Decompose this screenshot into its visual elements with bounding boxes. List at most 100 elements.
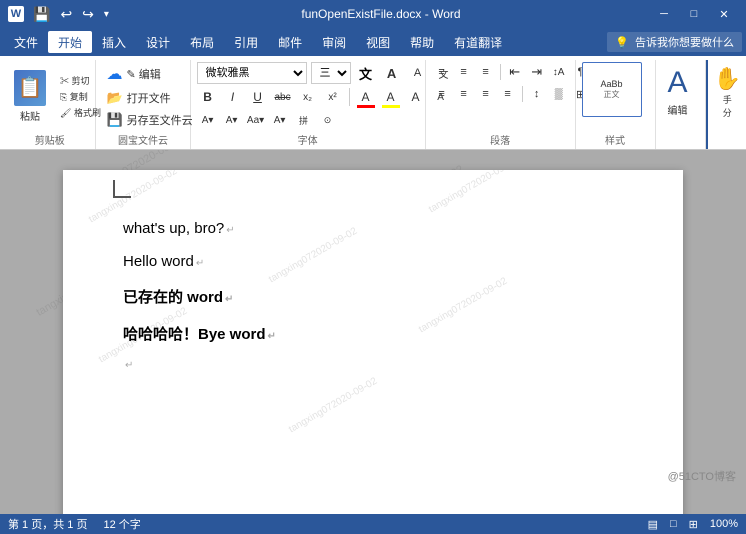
word-count: 12 个字 <box>103 516 140 532</box>
save-icon[interactable]: 💾 <box>30 4 53 25</box>
web-layout-icon[interactable]: ⊞ <box>689 518 698 531</box>
hand-button[interactable]: ✋ 手 分 <box>710 62 745 123</box>
styles-preview-text: AaBb <box>601 79 623 89</box>
main-area: tangxing072020-09-02 tangxing072020-09-0… <box>0 150 746 514</box>
print-layout-icon[interactable]: □ <box>670 518 677 530</box>
cloud-group: ☁ ✎ 编辑 📂 打开文件 💾 另存至文件云 圆宝文件云 <box>96 60 190 149</box>
styles-preview-label: 正文 <box>604 89 620 100</box>
justify-btn[interactable]: ≡ <box>498 84 518 104</box>
menu-insert[interactable]: 插入 <box>92 31 136 53</box>
size-dropdown[interactable]: A▾ <box>269 110 291 130</box>
edit-cloud-button[interactable]: ☁ ✎ 编辑 <box>102 62 164 86</box>
char-circle-btn[interactable]: ⊙ <box>317 110 339 130</box>
increase-indent-btn[interactable]: ⇥ <box>527 62 547 82</box>
styles-preview[interactable]: AaBb 正文 <box>582 62 642 117</box>
font-family-select[interactable]: 微软雅黑 <box>197 62 307 84</box>
font-size-grow-btn[interactable]: 文 <box>355 62 377 84</box>
zoom-level[interactable]: 100% <box>710 518 738 530</box>
superscript-button[interactable]: x² <box>322 86 344 108</box>
menu-bar: 文件 开始 插入 设计 布局 引用 邮件 审阅 视图 帮助 有道翻译 💡 告诉我… <box>0 28 746 56</box>
save-cloud-label: 另存至文件云 <box>127 112 193 128</box>
menu-view[interactable]: 视图 <box>356 31 400 53</box>
maximize-button[interactable]: □ <box>680 4 708 24</box>
save-cloud-button[interactable]: 💾 另存至文件云 <box>102 110 196 130</box>
para-mark-3: ↵ <box>225 294 233 305</box>
lightbulb-icon: 💡 <box>615 36 629 49</box>
editing-group: A 编辑 <box>656 60 706 149</box>
text-color-btn[interactable]: A <box>355 86 377 108</box>
italic-button[interactable]: I <box>222 86 244 108</box>
font-color-dropdown[interactable]: A▾ <box>197 110 219 130</box>
doc-line-3: 已存在的 word ↵ <box>123 286 623 307</box>
multilevel-list-btn[interactable]: ≡ <box>476 62 496 82</box>
undo-icon[interactable]: ↩ <box>57 4 75 25</box>
menu-design[interactable]: 设计 <box>136 31 180 53</box>
highlight-btn[interactable]: A <box>380 86 402 108</box>
menu-review[interactable]: 审阅 <box>312 31 356 53</box>
search-hint: 告诉我你想要做什么 <box>635 34 734 50</box>
bold-button[interactable]: B <box>197 86 219 108</box>
styles-group: AaBb 正文 样式 <box>576 60 656 149</box>
align-center-btn[interactable]: ≡ <box>454 84 474 104</box>
menu-references[interactable]: 引用 <box>224 31 268 53</box>
styles-label: 样式 <box>582 130 649 147</box>
doc-line-2-text: Hello word <box>123 253 194 270</box>
bullet-list-btn[interactable]: ≡ <box>432 62 452 82</box>
read-view-icon[interactable]: ▤ <box>648 518 658 531</box>
divider <box>522 86 523 102</box>
doc-line-3-text: 已存在的 word <box>123 286 223 307</box>
minimize-button[interactable]: ─ <box>650 4 678 24</box>
menu-home[interactable]: 开始 <box>48 31 92 53</box>
spacing-dropdown[interactable]: Aa▾ <box>245 110 267 130</box>
open-icon: 📂 <box>106 90 122 106</box>
align-left-btn[interactable]: ≡ <box>432 84 452 104</box>
close-button[interactable]: ✕ <box>710 4 738 24</box>
decrease-indent-btn[interactable]: ⇤ <box>505 62 525 82</box>
credit-label: @51CTO博客 <box>668 468 736 484</box>
menu-youdao[interactable]: 有道翻译 <box>444 31 512 53</box>
menu-file[interactable]: 文件 <box>4 31 48 53</box>
increase-font-btn[interactable]: A <box>381 62 403 84</box>
highlight-dropdown[interactable]: A▾ <box>221 110 243 130</box>
editing-button[interactable]: A 编辑 <box>662 62 694 121</box>
menu-help[interactable]: 帮助 <box>400 31 444 53</box>
ribbon: 📋 粘贴 ✂ 剪切 ⎘ 复制 🖌 格式刷 剪贴板 ☁ ✎ 编辑 <box>0 56 746 150</box>
doc-line-2: Hello word ↵ <box>123 253 623 270</box>
numbered-list-btn[interactable]: ≡ <box>454 62 474 82</box>
editing-label: 编辑 <box>668 102 688 117</box>
subscript-button[interactable]: x₂ <box>297 86 319 108</box>
quick-access-toolbar: 💾 ↩ ↪ ▾ <box>30 4 112 25</box>
open-label: 打开文件 <box>127 90 171 106</box>
paragraph-label: 段落 <box>432 130 569 147</box>
line-spacing-btn[interactable]: ↕ <box>527 84 547 104</box>
divider <box>349 88 350 106</box>
font-size-select[interactable]: 三号 <box>311 62 351 84</box>
paste-button[interactable]: 📋 粘贴 <box>8 66 52 127</box>
color-bar <box>357 105 375 108</box>
para-mark-4: ↵ <box>268 331 276 342</box>
word-letter: W <box>11 8 21 20</box>
cloud-icon: ☁ <box>106 64 122 84</box>
menu-search[interactable]: 💡 告诉我你想要做什么 <box>607 32 742 52</box>
hand-icon: ✋ <box>714 66 741 92</box>
open-file-button[interactable]: 📂 打开文件 <box>102 88 174 108</box>
menu-mailings[interactable]: 邮件 <box>268 31 312 53</box>
char-shading-btn[interactable]: A <box>405 86 427 108</box>
clipboard-content: 📋 粘贴 ✂ 剪切 ⎘ 复制 🖌 格式刷 <box>8 62 105 130</box>
underline-button[interactable]: U <box>247 86 269 108</box>
cloud-label: 圆宝文件云 <box>102 130 183 147</box>
document-area: tangxing072020-09-02 tangxing072020-09-0… <box>0 150 746 514</box>
redo-icon[interactable]: ↪ <box>79 4 97 25</box>
app-window: W 💾 ↩ ↪ ▾ funOpenExistFile.docx - Word ─… <box>0 0 746 534</box>
align-right-btn[interactable]: ≡ <box>476 84 496 104</box>
document-content[interactable]: what's up, bro? ↵ Hello word ↵ 已存在的 word… <box>123 210 623 371</box>
customize-icon[interactable]: ▾ <box>101 7 112 22</box>
doc-line-1: what's up, bro? ↵ <box>123 220 623 237</box>
shading-btn[interactable]: ▒ <box>549 84 569 104</box>
window-controls: ─ □ ✕ <box>650 4 738 24</box>
menu-layout[interactable]: 布局 <box>180 31 224 53</box>
phonetic-btn[interactable]: 拼 <box>293 110 315 130</box>
doc-line-1-text: what's up, bro? <box>123 220 224 237</box>
sort-btn[interactable]: ↕A <box>549 62 569 82</box>
strikethrough-button[interactable]: abc <box>272 86 294 108</box>
